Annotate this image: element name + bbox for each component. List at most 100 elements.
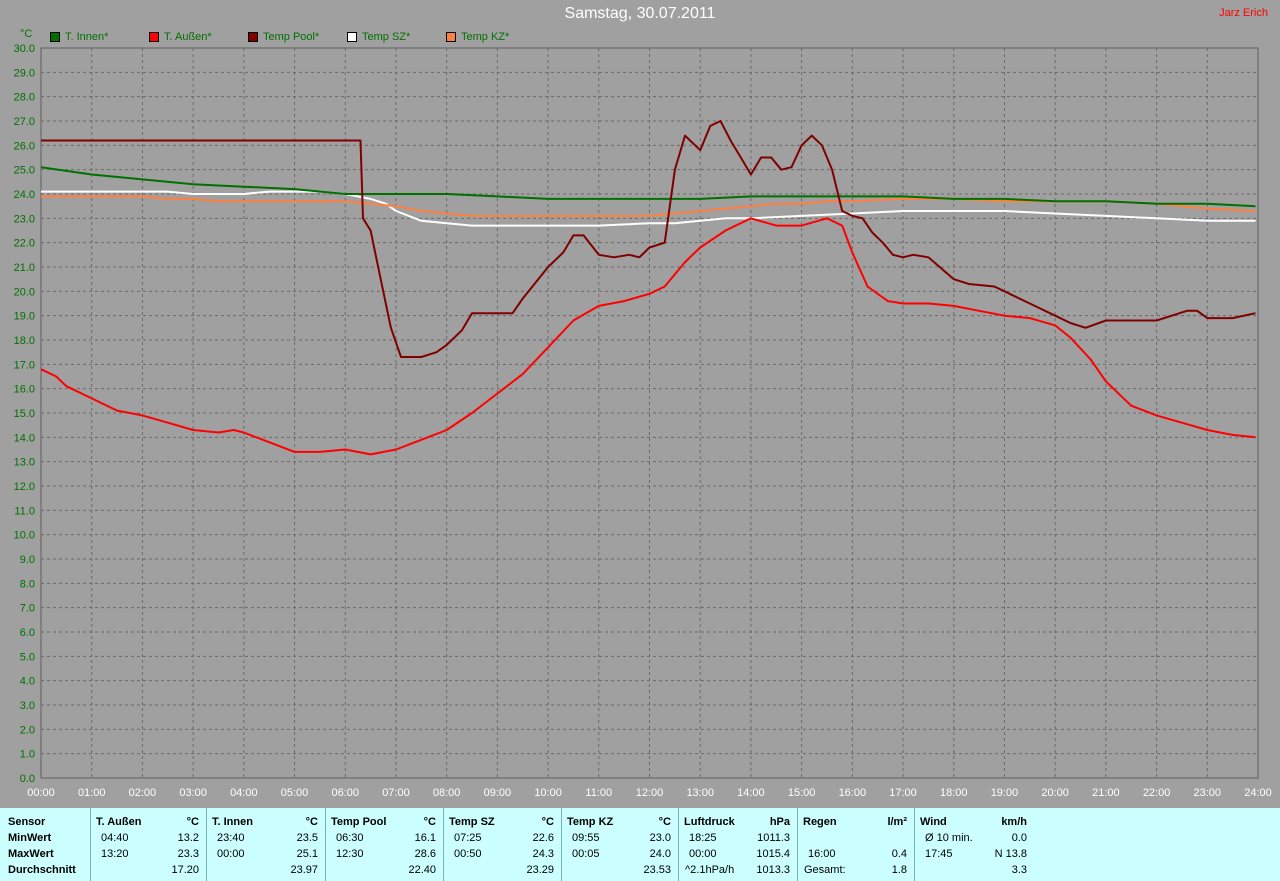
x-tick-label: 23:00 bbox=[1194, 787, 1222, 799]
column-header: Wind bbox=[920, 816, 947, 828]
x-tick-label: 08:00 bbox=[433, 787, 461, 799]
stats-column: Luftdruck hPa 18:25 1011.3 00:00 1015.4 ^2.1hP… bbox=[678, 808, 798, 881]
column-header: Temp SZ bbox=[449, 816, 495, 828]
column-unit: km/h bbox=[1001, 816, 1027, 828]
column-unit: l/m² bbox=[887, 816, 907, 828]
min-time: 23:40 bbox=[217, 832, 245, 844]
x-tick-label: 24:00 bbox=[1244, 787, 1272, 799]
avg-value: 23.53 bbox=[643, 864, 671, 876]
column-header: T. Außen bbox=[96, 816, 142, 828]
y-tick-label: 9.0 bbox=[20, 554, 35, 566]
min-time: 06:30 bbox=[336, 832, 364, 844]
y-tick-label: 2.0 bbox=[20, 724, 35, 736]
stats-column: Temp KZ °C 09:55 23.0 00:05 24.0 23.53 bbox=[561, 808, 679, 881]
y-tick-label: 29.0 bbox=[14, 67, 35, 79]
x-tick-label: 06:00 bbox=[331, 787, 359, 799]
min-value: 13.2 bbox=[177, 832, 199, 844]
avg-value: 23.29 bbox=[526, 864, 554, 876]
x-tick-label: 03:00 bbox=[179, 787, 207, 799]
min-time: Ø 10 min. bbox=[925, 832, 973, 844]
max-time: 13:20 bbox=[101, 848, 129, 860]
column-header: Temp KZ bbox=[567, 816, 614, 828]
max-value: 25.1 bbox=[296, 848, 318, 860]
column-unit: °C bbox=[305, 816, 318, 828]
y-tick-label: 17.0 bbox=[14, 359, 35, 371]
max-value: 1015.4 bbox=[756, 848, 790, 860]
y-tick-label: 14.0 bbox=[14, 432, 35, 444]
x-tick-label: 04:00 bbox=[230, 787, 258, 799]
max-time: 16:00 bbox=[808, 848, 836, 860]
avg-label: Gesamt: bbox=[804, 864, 846, 876]
stats-column: T. Innen °C 23:40 23.5 00:00 25.1 23.97 bbox=[206, 808, 326, 881]
avg-value: 17.20 bbox=[171, 864, 199, 876]
y-tick-label: 4.0 bbox=[20, 676, 35, 688]
x-tick-label: 01:00 bbox=[78, 787, 106, 799]
row-label-max: MaxWert bbox=[8, 848, 54, 860]
stats-column: Temp Pool °C 06:30 16.1 12:30 28.6 22.40 bbox=[325, 808, 444, 881]
x-tick-label: 11:00 bbox=[585, 787, 612, 799]
avg-value: 22.40 bbox=[408, 864, 436, 876]
column-unit: °C bbox=[423, 816, 436, 828]
x-tick-label: 21:00 bbox=[1092, 787, 1120, 799]
max-value: N 13.8 bbox=[994, 848, 1027, 860]
y-tick-label: 8.0 bbox=[20, 578, 35, 590]
min-time: 07:25 bbox=[454, 832, 482, 844]
stats-column: T. Außen °C 04:40 13.2 13:20 23.3 17.20 bbox=[90, 808, 207, 881]
y-tick-label: 28.0 bbox=[14, 92, 35, 104]
min-time: 18:25 bbox=[689, 832, 717, 844]
column-header: T. Innen bbox=[212, 816, 253, 828]
stats-column: Wind km/h Ø 10 min. 0.0 17:45 N 13.8 3.3 bbox=[914, 808, 1035, 881]
x-tick-label: 14:00 bbox=[737, 787, 765, 799]
avg-label: ^2.1hPa/h bbox=[685, 864, 735, 876]
y-tick-label: 19.0 bbox=[14, 311, 35, 323]
max-value: 28.6 bbox=[414, 848, 436, 860]
y-tick-label: 22.0 bbox=[14, 238, 35, 250]
y-tick-label: 1.0 bbox=[20, 749, 35, 761]
x-tick-label: 20:00 bbox=[1041, 787, 1069, 799]
y-tick-label: 27.0 bbox=[14, 116, 35, 128]
x-tick-label: 07:00 bbox=[382, 787, 410, 799]
max-time: 00:05 bbox=[572, 848, 600, 860]
y-tick-label: 26.0 bbox=[14, 140, 35, 152]
column-unit: hPa bbox=[769, 816, 790, 828]
max-value: 24.3 bbox=[532, 848, 554, 860]
x-tick-label: 12:00 bbox=[636, 787, 664, 799]
x-tick-label: 00:00 bbox=[27, 787, 55, 799]
y-tick-label: 7.0 bbox=[20, 603, 35, 615]
column-unit: °C bbox=[658, 816, 671, 828]
row-label-sensor: Sensor bbox=[8, 816, 46, 828]
x-tick-label: 18:00 bbox=[940, 787, 968, 799]
y-tick-label: 30.0 bbox=[14, 43, 35, 55]
max-value: 23.3 bbox=[177, 848, 199, 860]
x-tick-label: 17:00 bbox=[889, 787, 917, 799]
min-value: 16.1 bbox=[414, 832, 436, 844]
min-value: 1011.3 bbox=[757, 832, 790, 844]
max-time: 12:30 bbox=[336, 848, 364, 860]
y-tick-label: 10.0 bbox=[14, 530, 35, 542]
stats-column: Regen l/m² 16:00 0.4 Gesamt: 1.8 bbox=[797, 808, 915, 881]
max-value: 0.4 bbox=[891, 848, 907, 860]
y-tick-label: 12.0 bbox=[14, 481, 35, 493]
column-header: Regen bbox=[803, 816, 837, 828]
y-tick-label: 13.0 bbox=[14, 457, 35, 469]
column-header: Luftdruck bbox=[684, 816, 735, 828]
x-tick-label: 13:00 bbox=[686, 787, 714, 799]
min-time: 04:40 bbox=[101, 832, 129, 844]
x-tick-label: 15:00 bbox=[788, 787, 816, 799]
y-tick-label: 16.0 bbox=[14, 384, 35, 396]
x-tick-label: 16:00 bbox=[839, 787, 867, 799]
x-tick-label: 22:00 bbox=[1143, 787, 1171, 799]
max-time: 17:45 bbox=[925, 848, 953, 860]
y-tick-label: 6.0 bbox=[20, 627, 35, 639]
max-time: 00:00 bbox=[689, 848, 717, 860]
x-tick-label: 09:00 bbox=[484, 787, 512, 799]
x-tick-label: 05:00 bbox=[281, 787, 309, 799]
x-tick-label: 19:00 bbox=[991, 787, 1019, 799]
avg-value: 3.3 bbox=[1011, 864, 1027, 876]
avg-value: 1.8 bbox=[891, 864, 907, 876]
column-unit: °C bbox=[541, 816, 554, 828]
y-axis-label: °C bbox=[20, 28, 32, 40]
column-header: Temp Pool bbox=[331, 816, 387, 828]
x-tick-label: 02:00 bbox=[129, 787, 157, 799]
min-value: 23.5 bbox=[296, 832, 318, 844]
